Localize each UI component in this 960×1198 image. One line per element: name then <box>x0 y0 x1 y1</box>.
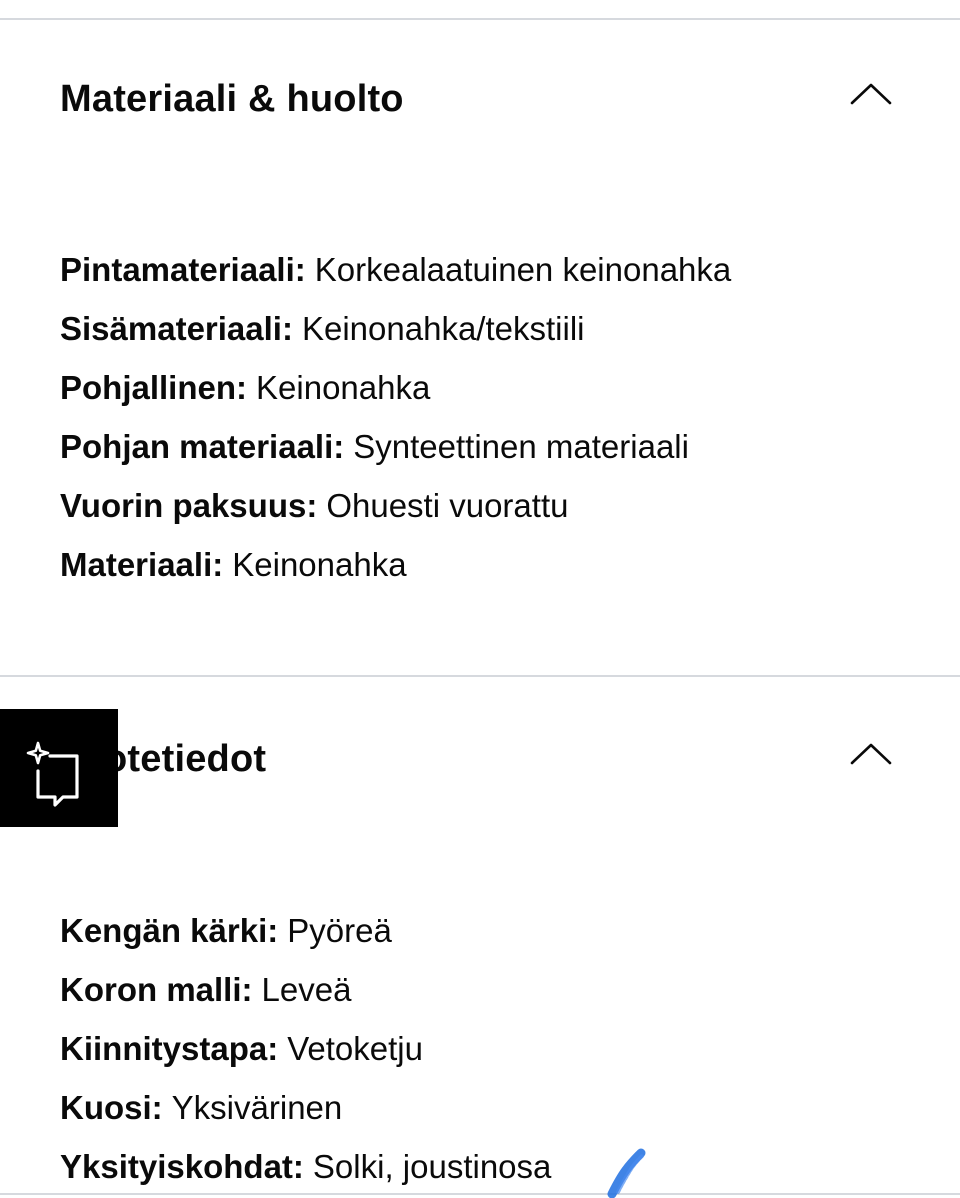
attribute-value: Keinonahka <box>256 369 431 406</box>
attribute-value: Keinonahka <box>232 546 407 583</box>
attribute-row: YksityiskohdatSolki, joustinosa <box>60 1137 551 1196</box>
attribute-value: Ohuesti vuorattu <box>326 487 569 524</box>
attribute-row: Koron malliLeveä <box>60 960 551 1019</box>
attribute-row: Kengän kärkiPyöreä <box>60 901 551 960</box>
chevron-up-icon[interactable] <box>850 82 892 106</box>
attribute-row: PintamateriaaliKorkealaatuinen keinonahk… <box>60 240 731 299</box>
attribute-value: Pyöreä <box>287 912 392 949</box>
attribute-value: Yksivärinen <box>171 1089 343 1126</box>
attribute-label: Kuosi <box>60 1089 163 1126</box>
attribute-label: Kengän kärki <box>60 912 278 949</box>
attribute-label: Pohjallinen <box>60 369 247 406</box>
attribute-label: Sisämateriaali <box>60 310 293 347</box>
sparkle-chat-icon <box>26 741 79 807</box>
section-title: Materiaali & huolto <box>60 78 404 120</box>
attribute-label: Pintamateriaali <box>60 251 306 288</box>
attribute-label: Kiinnitystapa <box>60 1030 278 1067</box>
accordion-header-product-details[interactable]: Tuotetiedot <box>0 716 960 806</box>
attribute-value: Synteettinen materiaali <box>353 428 689 465</box>
attribute-row: KuosiYksivärinen <box>60 1078 551 1137</box>
pen-scribble-mark <box>607 1148 646 1198</box>
accordion-header-material-care[interactable]: Materiaali & huolto <box>0 56 960 146</box>
attribute-value: Leveä <box>261 971 352 1008</box>
attribute-value: Vetoketju <box>287 1030 423 1067</box>
attribute-label: Pohjan materiaali <box>60 428 344 465</box>
attribute-label: Yksityiskohdat <box>60 1148 304 1185</box>
divider-middle <box>0 675 960 677</box>
divider-bottom <box>0 1193 960 1195</box>
attribute-row: Vuorin paksuusOhuesti vuorattu <box>60 476 731 535</box>
attribute-row: PohjallinenKeinonahka <box>60 358 731 417</box>
ai-assistant-button[interactable] <box>0 709 118 827</box>
attribute-row: Pohjan materiaaliSynteettinen materiaali <box>60 417 731 476</box>
attribute-list-material-care: PintamateriaaliKorkealaatuinen keinonahk… <box>60 240 731 594</box>
attribute-label: Koron malli <box>60 971 253 1008</box>
attribute-row: MateriaaliKeinonahka <box>60 535 731 594</box>
chevron-up-icon[interactable] <box>850 742 892 766</box>
attribute-row: SisämateriaaliKeinonahka/tekstiili <box>60 299 731 358</box>
attribute-value: Korkealaatuinen keinonahka <box>314 251 732 288</box>
attribute-list-product-details: Kengän kärkiPyöreä Koron malliLeveä Kiin… <box>60 901 551 1196</box>
attribute-label: Vuorin paksuus <box>60 487 317 524</box>
attribute-label: Materiaali <box>60 546 223 583</box>
attribute-row: KiinnitystapaVetoketju <box>60 1019 551 1078</box>
divider-top <box>0 18 960 20</box>
attribute-value: Solki, joustinosa <box>312 1148 552 1185</box>
attribute-value: Keinonahka/tekstiili <box>301 310 585 347</box>
